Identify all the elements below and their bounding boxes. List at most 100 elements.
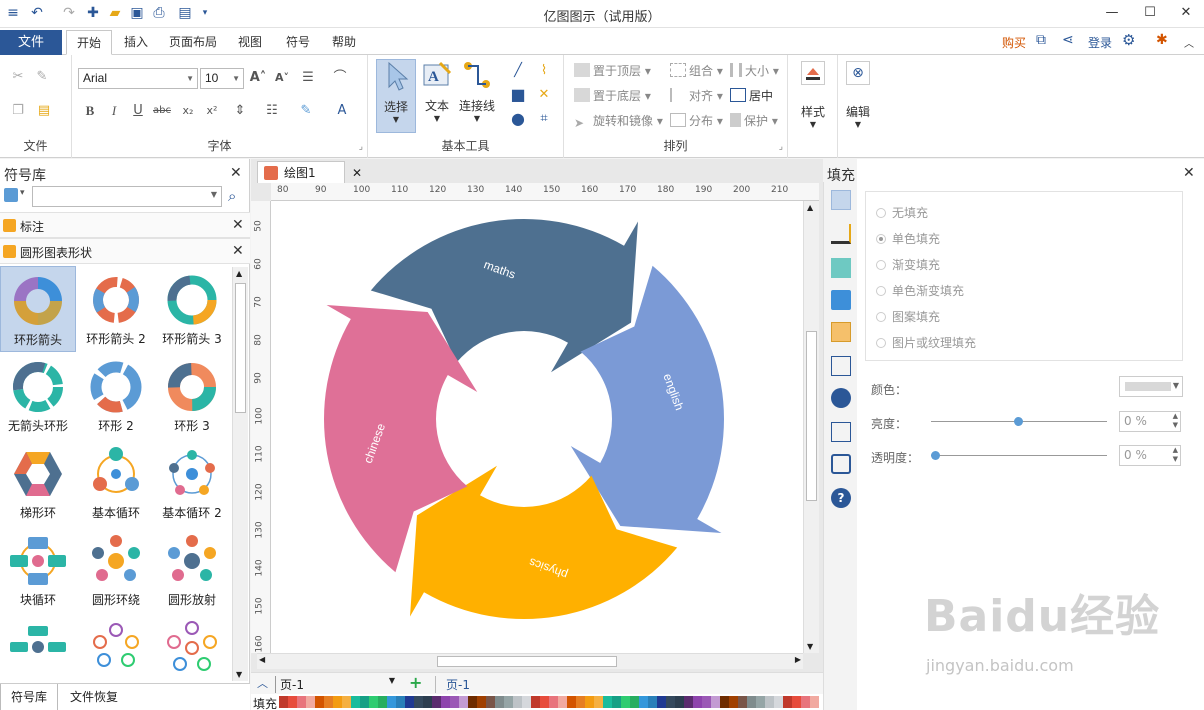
shape-circular-surround[interactable]: 圆形环绕	[78, 527, 154, 613]
fill-option-pattern[interactable]: 图案填充	[876, 308, 940, 325]
tab-file-recovery[interactable]: 文件恢复	[60, 684, 128, 710]
font-size-select[interactable]: 10 ▼	[200, 68, 244, 89]
palette-swatch[interactable]	[738, 696, 747, 708]
shape-ring-arrow[interactable]: 环形箭头	[0, 266, 76, 352]
palette-swatch[interactable]	[468, 696, 477, 708]
palette-swatch[interactable]	[747, 696, 756, 708]
close-section-callout-icon[interactable]: ✕	[232, 217, 244, 233]
transparency-slider-knob[interactable]	[931, 451, 940, 460]
palette-swatch[interactable]	[414, 696, 423, 708]
library-category-icon[interactable]	[4, 188, 18, 202]
shape-ring-3[interactable]: 环形 3	[154, 353, 230, 439]
palette-swatch[interactable]	[522, 696, 531, 708]
palette-swatch[interactable]	[540, 696, 549, 708]
fill-option-mono-gradient[interactable]: 单色渐变填充	[876, 282, 964, 299]
share-icon[interactable]: ⋖	[1062, 32, 1074, 48]
fill-option-solid[interactable]: 单色填充	[876, 230, 940, 247]
close-window-icon[interactable]: ✕	[1174, 2, 1198, 24]
shape-radial-nodes[interactable]	[154, 614, 230, 680]
file-menu-button[interactable]: 文件	[0, 30, 62, 55]
share-screen-icon[interactable]: ⧉	[1036, 32, 1046, 48]
protect-button[interactable]: 保护 ▾	[730, 111, 778, 131]
transparency-slider[interactable]	[931, 451, 1107, 460]
text-align-icon[interactable]: ☰	[298, 68, 318, 88]
palette-swatch[interactable]	[486, 696, 495, 708]
shape-basic-cycle[interactable]: 基本循环	[78, 440, 154, 526]
shape-basic-cycle-2[interactable]: 基本循环 2	[154, 440, 230, 526]
palette-swatch[interactable]	[306, 696, 315, 708]
globe-icon[interactable]	[831, 388, 851, 408]
crop-tool-icon[interactable]: ⌗	[534, 109, 554, 129]
palette-swatch[interactable]	[621, 696, 630, 708]
tab-home[interactable]: 开始	[66, 30, 112, 55]
palette-swatch[interactable]	[594, 696, 603, 708]
minimize-icon[interactable]: —	[1100, 2, 1124, 24]
size-button[interactable]: 大小 ▾	[730, 61, 779, 81]
palette-swatch[interactable]	[603, 696, 612, 708]
palette-swatch[interactable]	[684, 696, 693, 708]
palette-swatch[interactable]	[549, 696, 558, 708]
canvas-vertical-scrollbar[interactable]: ▲ ▼	[803, 201, 819, 653]
style-button[interactable]: 样式 ▼	[794, 61, 832, 147]
shadow-icon[interactable]	[831, 258, 851, 278]
document-tab[interactable]: 绘图1 ✕	[257, 161, 362, 183]
scroll-right-icon[interactable]: ▶	[795, 655, 801, 664]
fill-tool-icon[interactable]	[831, 190, 851, 210]
transparency-input[interactable]: 0 % ▲ ▼	[1119, 445, 1181, 466]
palette-swatch[interactable]	[333, 696, 342, 708]
palette-swatch[interactable]	[675, 696, 684, 708]
comment-icon[interactable]	[831, 454, 851, 474]
font-dialog-launcher-icon[interactable]: ⌟	[359, 142, 363, 152]
palette-swatch[interactable]	[378, 696, 387, 708]
palette-swatch[interactable]	[810, 696, 819, 708]
palette-swatch[interactable]	[387, 696, 396, 708]
fill-option-none[interactable]: 无填充	[876, 204, 928, 221]
ellipse-tool-icon[interactable]: ●	[508, 109, 528, 129]
palette-swatch[interactable]	[801, 696, 810, 708]
line-spacing-curve-icon[interactable]: ⌒	[330, 68, 350, 88]
line-spacing-icon[interactable]: ⇕	[230, 101, 250, 121]
palette-swatch[interactable]	[657, 696, 666, 708]
shape-ring-no-arrow[interactable]: 无箭头环形	[0, 353, 76, 439]
rotate-mirror-button[interactable]: ➤ 旋转和镜像 ▾	[574, 111, 663, 131]
shrink-font-icon[interactable]: A˅	[272, 68, 292, 88]
add-page-icon[interactable]: +	[409, 673, 422, 692]
rectangle-tool-icon[interactable]: ■	[508, 85, 528, 105]
tab-symbol-library[interactable]: 符号库	[0, 684, 59, 710]
font-color-icon[interactable]: A	[332, 101, 352, 121]
align-button[interactable]: 对齐 ▾	[670, 86, 723, 106]
image-icon[interactable]	[831, 290, 851, 310]
drawing-canvas[interactable]: maths english physics chinese	[271, 201, 803, 653]
palette-swatch[interactable]	[567, 696, 576, 708]
palette-swatch[interactable]	[558, 696, 567, 708]
palette-swatch[interactable]	[792, 696, 801, 708]
palette-swatch[interactable]	[729, 696, 738, 708]
curve-tool-icon[interactable]: ⌇	[534, 61, 554, 81]
palette-swatch[interactable]	[324, 696, 333, 708]
login-link[interactable]: 登录	[1088, 34, 1112, 51]
canvas-horizontal-scrollbar[interactable]: ◀ ▶	[257, 653, 803, 669]
close-document-icon[interactable]: ✕	[352, 162, 362, 184]
page-tab[interactable]: 页-1	[435, 676, 470, 693]
palette-swatch[interactable]	[783, 696, 792, 708]
palette-swatch[interactable]	[711, 696, 720, 708]
italic-icon[interactable]: I	[104, 101, 124, 121]
center-button[interactable]: 居中	[730, 86, 773, 106]
select-tool-button[interactable]: 选择 ▼	[376, 59, 416, 133]
attachment-icon[interactable]	[831, 422, 851, 442]
arrange-dialog-launcher-icon[interactable]: ⌟	[779, 142, 783, 152]
palette-swatch[interactable]	[693, 696, 702, 708]
copy-icon[interactable]: ❐	[8, 101, 28, 121]
palette-swatch[interactable]	[630, 696, 639, 708]
palette-swatch[interactable]	[504, 696, 513, 708]
tab-insert[interactable]: 插入	[116, 30, 156, 55]
brightness-slider[interactable]	[931, 417, 1107, 426]
collapse-ribbon-icon[interactable]: ︿	[1184, 35, 1194, 50]
shape-ring-arrow-2[interactable]: 环形箭头 2	[78, 266, 154, 352]
shape-hierarchy-cycle[interactable]	[0, 614, 76, 680]
plugin-icon[interactable]: ✱	[1156, 32, 1168, 48]
palette-swatch[interactable]	[495, 696, 504, 708]
palette-swatch[interactable]	[648, 696, 657, 708]
bold-icon[interactable]: B	[80, 101, 100, 121]
shape-ring-arrow-3[interactable]: 环形箭头 3	[154, 266, 230, 352]
